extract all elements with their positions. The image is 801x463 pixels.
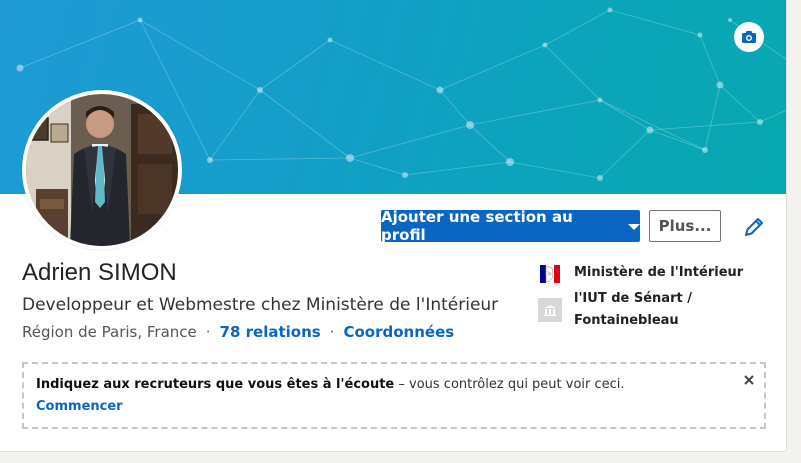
open-to-work-text: Indiquez aux recruteurs que vous êtes à …: [36, 377, 625, 392]
experience-org-name: Ministère de l'Intérieur: [574, 265, 744, 280]
separator-dot: ·: [329, 323, 335, 341]
add-profile-section-button[interactable]: Ajouter une section au profil: [381, 208, 640, 244]
separator-dot: ·: [205, 323, 211, 341]
edit-banner-button[interactable]: [734, 22, 764, 52]
open-to-work-rest: – vous contrôlez qui peut voir ceci.: [394, 377, 625, 392]
start-link[interactable]: Commencer: [36, 399, 123, 414]
caret-down-icon: [628, 224, 640, 230]
camera-icon: [742, 31, 756, 43]
more-button[interactable]: Plus...: [649, 210, 721, 242]
open-to-work-box: Indiquez aux recruteurs que vous êtes à …: [22, 362, 766, 429]
profile-headline: Developpeur et Webmestre chez Ministère …: [22, 295, 499, 315]
close-icon: [744, 375, 754, 385]
experience-org[interactable]: Ministère de l'Intérieur: [538, 262, 744, 286]
contact-info-link[interactable]: Coordonnées: [343, 323, 454, 341]
pencil-icon: [745, 218, 763, 236]
relations-link[interactable]: 78 relations: [220, 323, 321, 341]
profile-photo-image: [26, 94, 178, 246]
edit-intro-button[interactable]: [740, 213, 768, 241]
open-to-work-bold: Indiquez aux recruteurs que vous êtes à …: [36, 377, 395, 392]
more-button-label: Plus...: [658, 217, 712, 235]
profile-name: Adrien SIMON: [22, 259, 177, 286]
profile-meta: Région de Paris, France · 78 relations ·…: [22, 323, 454, 341]
education-org-name: l'IUT de Sénart / Fontainebleau: [574, 291, 692, 328]
profile-card: Ajouter une section au profil Plus... Ad…: [0, 0, 787, 452]
marianne-logo: [538, 262, 562, 286]
dismiss-button[interactable]: [740, 371, 758, 389]
profile-location: Région de Paris, France: [22, 323, 197, 341]
profile-photo[interactable]: [22, 90, 182, 250]
education-org[interactable]: l'IUT de Sénart / Fontainebleau: [538, 288, 744, 332]
add-profile-section-label: Ajouter une section au profil: [381, 208, 573, 244]
school-building-icon: [538, 298, 562, 322]
